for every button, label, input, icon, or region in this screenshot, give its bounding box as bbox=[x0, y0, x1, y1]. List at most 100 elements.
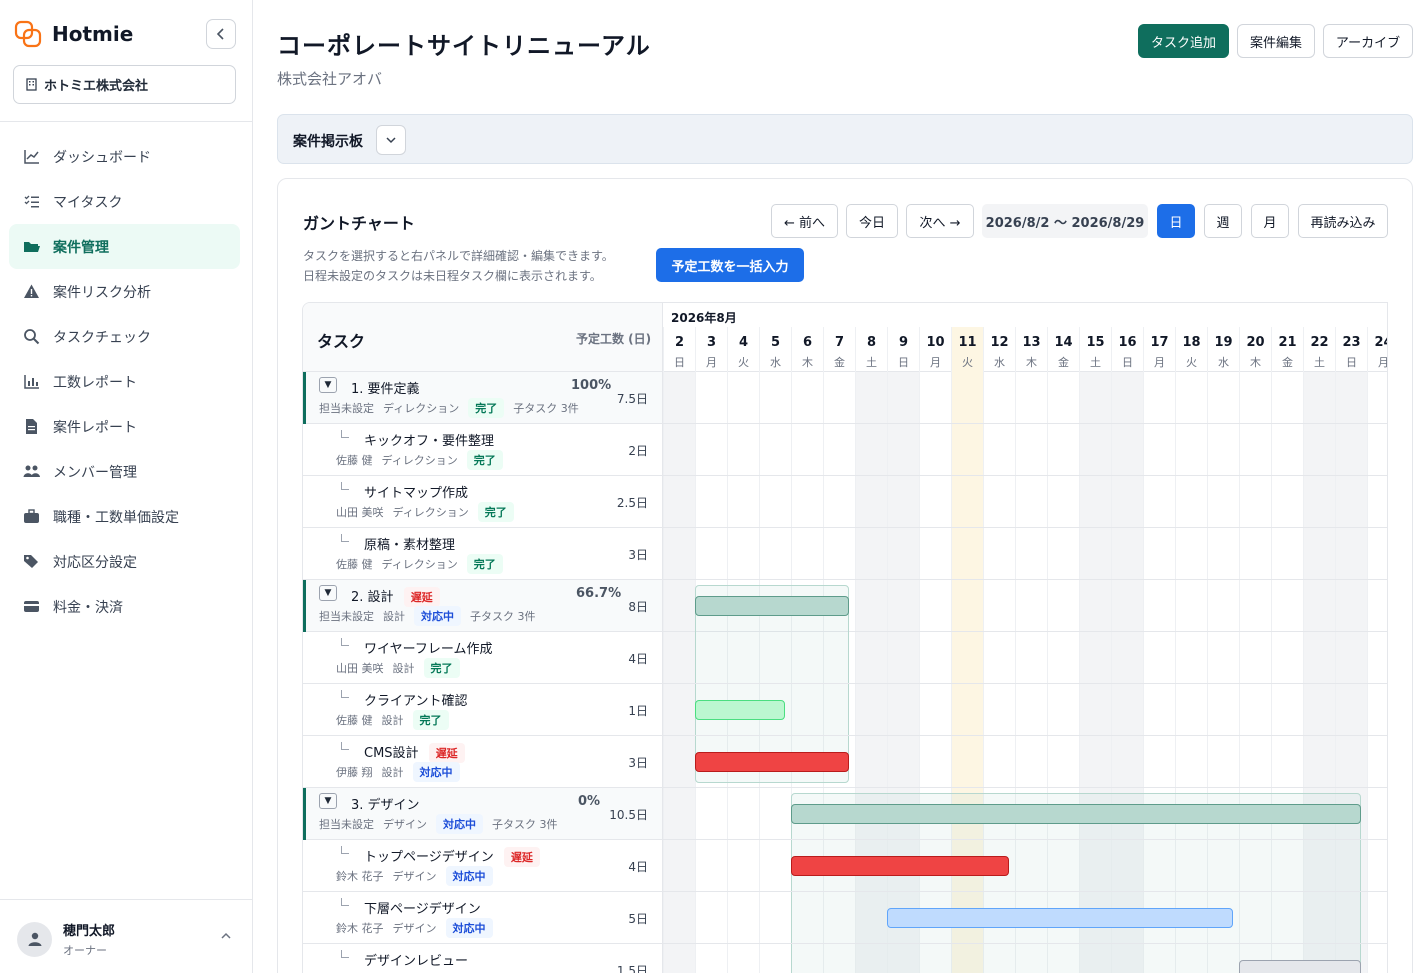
day-number: 5 bbox=[770, 335, 781, 350]
timeline-row bbox=[663, 476, 1387, 528]
view-week-button[interactable]: 週 bbox=[1204, 204, 1242, 238]
next-button[interactable]: 次へ → bbox=[906, 204, 974, 238]
assignee: 担当未設定 bbox=[319, 402, 374, 415]
child-indent-icon bbox=[341, 690, 349, 698]
day-cell: 24 月 bbox=[1367, 327, 1388, 372]
assignee: 鈴木 花子 bbox=[336, 870, 384, 883]
task-bar[interactable] bbox=[887, 908, 1233, 928]
day-number: 19 bbox=[1214, 335, 1233, 350]
phase: ディレクション bbox=[381, 454, 458, 467]
gantt-grid: タスク 予定工数 (日) 2026年8月 2 日 3 月 4 火 5 水 6 木 7 金 8 土 9 日 10 月… bbox=[302, 302, 1388, 973]
planned-hours: 1日 bbox=[628, 704, 648, 718]
view-month-button[interactable]: 月 bbox=[1251, 204, 1289, 238]
task-meta: 佐藤 健ディレクション 完了 bbox=[336, 450, 503, 470]
app-name: Hotmie bbox=[52, 22, 134, 46]
task-bar[interactable] bbox=[695, 752, 849, 772]
sidebar-item-list-check[interactable]: マイタスク bbox=[9, 179, 240, 224]
org-switcher[interactable]: ホトミエ株式会社 bbox=[13, 65, 236, 104]
tags-icon bbox=[24, 555, 38, 568]
task-row[interactable]: キックオフ・要件整理 佐藤 健ディレクション 完了 2日 bbox=[303, 424, 663, 476]
sidebar-item-bar-chart[interactable]: 工数レポート bbox=[9, 359, 240, 404]
task-name: 2. 設計 bbox=[351, 590, 394, 605]
sidebar-item-credit-card[interactable]: 料金・決済 bbox=[9, 584, 240, 629]
task-bar[interactable] bbox=[791, 804, 1361, 824]
view-day-button[interactable]: 日 bbox=[1157, 204, 1195, 238]
add-task-button[interactable]: タスク追加 bbox=[1138, 24, 1229, 58]
sidebar-item-folder-open[interactable]: 案件管理 bbox=[9, 224, 240, 269]
status-badge: 完了 bbox=[423, 658, 460, 678]
collapse-toggle[interactable]: ▼ bbox=[319, 377, 337, 393]
bulk-hours-button[interactable]: 予定工数を一括入力 bbox=[656, 248, 804, 282]
sidebar-item-warning[interactable]: 案件リスク分析 bbox=[9, 269, 240, 314]
credit-card-icon bbox=[24, 601, 39, 612]
task-row[interactable]: CMS設計 遅延 伊藤 翔設計 対応中 3日 bbox=[303, 736, 663, 788]
planned-hours: 10.5日 bbox=[609, 808, 648, 822]
task-row[interactable]: トップページデザイン 遅延 鈴木 花子 デザイン 対応中 4日 bbox=[303, 840, 663, 892]
sidebar-item-search[interactable]: タスクチェック bbox=[9, 314, 240, 359]
document-icon bbox=[26, 419, 37, 434]
task-row[interactable]: クライアント確認 佐藤 健設計 完了 1日 bbox=[303, 684, 663, 736]
sidebar-item-label: 工数レポート bbox=[53, 374, 137, 391]
user-menu[interactable]: 穂門太郎 オーナー bbox=[17, 920, 115, 958]
task-row[interactable]: デザインレビュー佐藤 健デザイン未着手1.5日 bbox=[303, 944, 663, 973]
day-number: 8 bbox=[866, 335, 877, 350]
weekday-label: 日 bbox=[1122, 356, 1133, 369]
sidebar-item-document[interactable]: 案件レポート bbox=[9, 404, 240, 449]
edit-project-button[interactable]: 案件編集 bbox=[1237, 24, 1315, 58]
user-icon bbox=[28, 932, 41, 946]
task-group-row[interactable]: ▼ 2. 設計 遅延 66.7% 担当未設定 設計 対応中 子タスク 3件 8日 bbox=[303, 580, 663, 632]
weekday-label: 土 bbox=[1090, 356, 1101, 369]
task-name-line: 3. デザイン bbox=[351, 794, 420, 813]
sidebar-item-tags[interactable]: 対応区分設定 bbox=[9, 539, 240, 584]
chevron-up-icon[interactable] bbox=[220, 930, 232, 942]
assignee: 担当未設定 bbox=[319, 818, 374, 831]
weekday-label: 木 bbox=[802, 356, 813, 369]
planned-hours: 8日 bbox=[628, 600, 648, 614]
sidebar-item-label: 案件リスク分析 bbox=[53, 284, 151, 301]
day-number: 2 bbox=[674, 335, 685, 350]
child-indent-icon bbox=[341, 742, 349, 750]
task-bar[interactable] bbox=[695, 700, 785, 720]
sidebar-item-label: 対応区分設定 bbox=[53, 554, 137, 571]
sidebar-item-users[interactable]: メンバー管理 bbox=[9, 449, 240, 494]
day-number: 17 bbox=[1150, 335, 1169, 350]
sidebar-item-chart-line[interactable]: ダッシュボード bbox=[9, 134, 240, 179]
task-row[interactable]: 原稿・素材整理 佐藤 健ディレクション 完了 3日 bbox=[303, 528, 663, 580]
prev-button[interactable]: ← 前へ bbox=[771, 204, 838, 238]
phase: 設計 bbox=[392, 662, 415, 675]
collapse-toggle[interactable]: ▼ bbox=[319, 585, 337, 601]
task-bar[interactable] bbox=[791, 856, 1009, 876]
day-cell: 21 金 bbox=[1271, 327, 1303, 372]
day-number: 23 bbox=[1342, 335, 1361, 350]
task-bar[interactable] bbox=[695, 596, 849, 616]
folder-open-icon bbox=[24, 242, 40, 252]
weekday-label: 月 bbox=[1378, 356, 1388, 369]
collapse-sidebar-button[interactable] bbox=[206, 19, 236, 49]
task-group-row[interactable]: ▼ 1. 要件定義 100% 担当未設定 ディレクション 完了 子タスク 3件 7.5日 bbox=[303, 372, 663, 424]
day-cell: 16 日 bbox=[1111, 327, 1143, 372]
timeline-row bbox=[663, 424, 1387, 476]
task-bar[interactable] bbox=[1239, 960, 1361, 973]
app-logo[interactable]: Hotmie bbox=[14, 20, 133, 48]
timeline-row bbox=[663, 372, 1387, 424]
archive-button[interactable]: アーカイブ bbox=[1323, 24, 1413, 58]
task-row[interactable]: 下層ページデザイン 鈴木 花子 デザイン 対応中 5日 bbox=[303, 892, 663, 944]
board-expand-button[interactable] bbox=[376, 125, 406, 155]
phase: 設計 bbox=[383, 610, 405, 623]
day-cell: 5水 bbox=[759, 327, 791, 372]
task-row[interactable]: ワイヤーフレーム作成 山田 美咲 設計 完了 4日 bbox=[303, 632, 663, 684]
task-name: 下層ページデザイン bbox=[364, 902, 481, 917]
day-cell: 3月 bbox=[695, 327, 727, 372]
reload-button[interactable]: 再読み込み bbox=[1298, 204, 1388, 238]
today-button[interactable]: 今日 bbox=[846, 204, 898, 238]
timeline-row bbox=[663, 632, 1387, 684]
day-number: 21 bbox=[1278, 335, 1297, 350]
status-badge: 完了 bbox=[477, 502, 514, 522]
sidebar-item-briefcase[interactable]: 職種・工数単価設定 bbox=[9, 494, 240, 539]
collapse-toggle[interactable]: ▼ bbox=[319, 793, 337, 809]
day-number: 15 bbox=[1086, 335, 1105, 350]
task-row[interactable]: サイトマップ作成 山田 美咲 ディレクション 完了 2.5日 bbox=[303, 476, 663, 528]
task-group-row[interactable]: ▼ 3. デザイン 0% 担当未設定 デザイン 対応中 子タスク 3件 10.5日 bbox=[303, 788, 663, 840]
child-indent-icon bbox=[341, 430, 349, 438]
chart-line-icon bbox=[24, 150, 39, 164]
